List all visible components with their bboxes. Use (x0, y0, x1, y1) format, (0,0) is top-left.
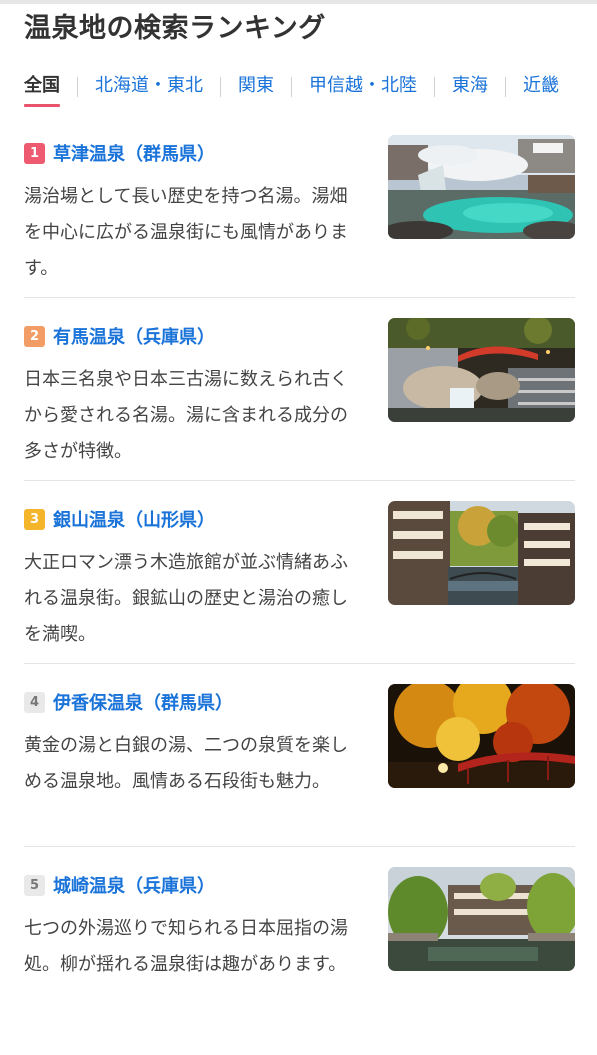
onsen-description: 湯治場として長い歴史を持つ名湯。湯畑を中心に広がる温泉街にも風情があります。 (24, 186, 348, 279)
tab-nationwide[interactable]: 全国 (24, 74, 60, 107)
onsen-thumbnail[interactable] (388, 135, 575, 239)
rank-badge: 3 (24, 508, 45, 530)
onsen-description: 大正ロマン漂う木造旅館が並ぶ情緒あふれる温泉街。銀鉱山の歴史と湯治の癒しを満喫。 (24, 552, 348, 645)
tab-koshinetsu-hokuriku[interactable]: 甲信越・北陸 (309, 74, 417, 98)
ranking-header: 4 伊香保温泉（群馬県） (24, 690, 233, 714)
divider (24, 846, 575, 847)
tab-separator (77, 77, 78, 97)
onsen-description: 七つの外湯巡りで知られる日本屈指の湯処。柳が揺れる温泉街は趣があります。 (24, 918, 348, 975)
divider (24, 663, 575, 664)
ginzan-ryokan-street-photo (388, 501, 575, 605)
divider (24, 297, 575, 298)
onsen-name-link[interactable]: 伊香保温泉（群馬県） (53, 689, 233, 715)
ranking-header: 3 銀山温泉（山形県） (24, 507, 215, 531)
onsen-thumbnail[interactable] (388, 867, 575, 971)
ranking-header: 1 草津温泉（群馬県） (24, 141, 215, 165)
ranking-header: 5 城崎温泉（兵庫県） (24, 873, 215, 897)
ranking-header: 2 有馬温泉（兵庫県） (24, 324, 215, 348)
page-title: 温泉地の検索ランキング (24, 13, 326, 44)
divider (24, 480, 575, 481)
ranking-item-1[interactable]: 1 草津温泉（群馬県） 湯治場として長い歴史を持つ名湯。湯畑を中心に広がる温泉街… (24, 135, 575, 323)
arima-bridge-waterfall-photo (388, 318, 575, 422)
rank-badge: 1 (24, 142, 45, 164)
tab-hokkaido-tohoku[interactable]: 北海道・東北 (95, 74, 203, 98)
tab-separator (220, 77, 221, 97)
ranking-item-4[interactable]: 4 伊香保温泉（群馬県） 黄金の湯と白銀の湯、二つの泉質を楽しめる温泉地。風情あ… (24, 684, 575, 872)
onsen-name-link[interactable]: 城崎温泉（兵庫県） (53, 872, 215, 898)
kinosaki-canal-willow-photo (388, 867, 575, 971)
tab-tokai[interactable]: 東海 (452, 74, 488, 98)
tab-kinki[interactable]: 近畿 (523, 74, 559, 98)
rank-badge: 2 (24, 325, 45, 347)
tab-kanto[interactable]: 関東 (238, 74, 274, 98)
yubatake-hot-spring-photo (388, 135, 575, 239)
tab-separator (291, 77, 292, 97)
ranking-item-5[interactable]: 5 城崎温泉（兵庫県） 七つの外湯巡りで知られる日本屈指の湯処。柳が揺れる温泉街… (24, 867, 575, 1055)
top-border (0, 0, 597, 4)
onsen-thumbnail[interactable] (388, 501, 575, 605)
onsen-thumbnail[interactable] (388, 318, 575, 422)
rank-badge: 5 (24, 874, 45, 896)
rank-badge: 4 (24, 691, 45, 713)
onsen-name-link[interactable]: 草津温泉（群馬県） (53, 140, 215, 166)
onsen-description: 日本三名泉や日本三古湯に数えられ古くから愛される名湯。湯に含まれる成分の多さが特… (24, 369, 348, 462)
onsen-description: 黄金の湯と白銀の湯、二つの泉質を楽しめる温泉地。風情ある石段街も魅力。 (24, 735, 348, 792)
tab-separator (505, 77, 506, 97)
ikaho-autumn-bridge-photo (388, 684, 575, 788)
onsen-thumbnail[interactable] (388, 684, 575, 788)
ranking-item-2[interactable]: 2 有馬温泉（兵庫県） 日本三名泉や日本三古湯に数えられ古くから愛される名湯。湯… (24, 318, 575, 506)
onsen-name-link[interactable]: 有馬温泉（兵庫県） (53, 323, 215, 349)
ranking-item-3[interactable]: 3 銀山温泉（山形県） 大正ロマン漂う木造旅館が並ぶ情緒あふれる温泉街。銀鉱山の… (24, 501, 575, 689)
region-tabs: 全国 北海道・東北 関東 甲信越・北陸 東海 近畿 (24, 74, 597, 110)
onsen-name-link[interactable]: 銀山温泉（山形県） (53, 506, 215, 532)
tab-separator (434, 77, 435, 97)
